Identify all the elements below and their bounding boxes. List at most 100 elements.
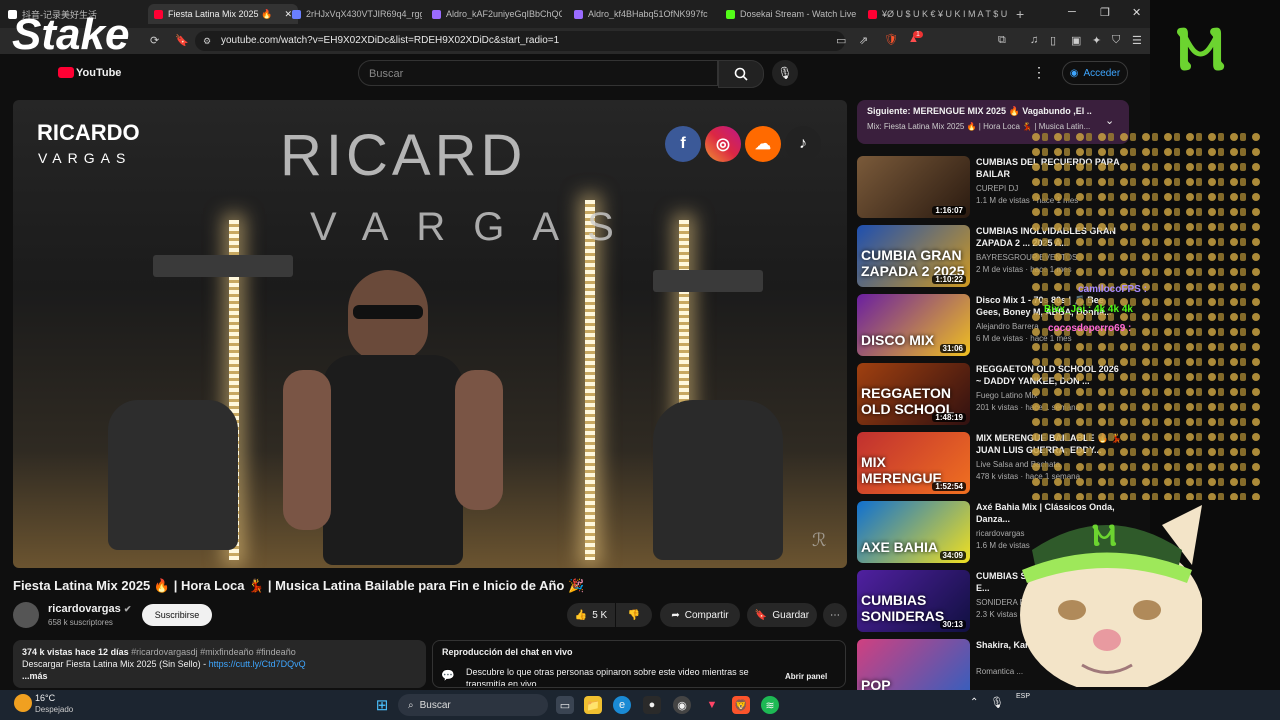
stake-logo: Stake: [12, 10, 130, 59]
moving-head-light: [653, 270, 763, 292]
video-thumbnail[interactable]: CUMBIA GRAN ZAPADA 2 2025 1:10:22: [857, 225, 970, 287]
vpn-icon[interactable]: ⛉: [1112, 34, 1120, 47]
recommendation-channel[interactable]: CUREPI DJ: [976, 184, 1018, 193]
dislike-button[interactable]: 👎: [616, 603, 652, 627]
weather-icon[interactable]: [14, 694, 32, 712]
sign-in-button[interactable]: ◉ Acceder: [1062, 61, 1128, 85]
video-duration: 30:13: [939, 620, 966, 629]
chat-replay-title: Reproducción del chat en vivo: [442, 647, 573, 657]
show-more-link[interactable]: ...más: [22, 671, 48, 681]
video-thumbnail[interactable]: CUMBIAS SONIDERAS 30:13: [857, 570, 970, 632]
channel-watermark-line2: VARGAS: [38, 150, 132, 166]
weather-temp[interactable]: 16°C: [35, 693, 55, 703]
subscribe-button[interactable]: Suscribirse: [142, 604, 212, 626]
extension-badge: 1: [913, 31, 923, 38]
video-thumbnail[interactable]: DISCO MIX 31:06: [857, 294, 970, 356]
thumbs-up-icon: 👍: [574, 609, 588, 621]
voice-search-button[interactable]: 🎙: [772, 60, 798, 86]
video-description[interactable]: 374 k vistas hace 12 días #ricardovargas…: [13, 640, 426, 688]
video-title: Fiesta Latina Mix 2025 🔥 | Hora Loca 💃 |…: [13, 578, 585, 593]
share-label: Compartir: [684, 609, 729, 621]
video-duration: 1:16:07: [932, 206, 966, 215]
video-thumbnail[interactable]: 1:16:07: [857, 156, 970, 218]
extensions-icon[interactable]: ✦: [1092, 34, 1101, 47]
channel-avatar[interactable]: [13, 602, 39, 628]
site-info-icon[interactable]: ⚙: [203, 31, 211, 51]
microphone-icon[interactable]: 🎙: [990, 696, 1004, 709]
tray-chevron-up-icon[interactable]: ⌃: [970, 697, 978, 708]
share-button[interactable]: ➦ Compartir: [660, 603, 740, 627]
facebook-icon: f: [665, 126, 701, 162]
share-page-icon[interactable]: ⇗: [859, 34, 868, 47]
stream-chat-message: Bixx_Joi : 4k 4k 4k: [1044, 304, 1133, 315]
app-icon[interactable]: ▼: [703, 696, 721, 714]
stream-chat-message: camilocoFPS :: [1078, 284, 1147, 295]
settings-more-icon[interactable]: ⋮: [1032, 64, 1046, 81]
brave-icon[interactable]: 🦁: [732, 696, 750, 714]
maximize-button[interactable]: ❐: [1100, 6, 1110, 19]
bookmark-icon[interactable]: 🔖: [175, 34, 189, 47]
obs-icon[interactable]: ◉: [673, 696, 691, 714]
browser-tab[interactable]: Aldro_kAF2uniyeGqIBbChQCII: [432, 4, 562, 24]
video-thumbnail[interactable]: MIX MERENGUE 1:52:54: [857, 432, 970, 494]
edge-icon[interactable]: e: [613, 696, 631, 714]
weather-desc: Despejado: [35, 705, 74, 714]
close-window-button[interactable]: ✕: [1132, 6, 1141, 19]
account-icon: ◉: [1069, 67, 1079, 79]
tiktok-icon: ♪: [785, 126, 821, 162]
task-view-icon[interactable]: ▭: [556, 696, 574, 714]
minimize-button[interactable]: ─: [1068, 6, 1076, 18]
reload-icon[interactable]: ⟳: [150, 34, 159, 47]
media-icon[interactable]: ♫: [1030, 34, 1038, 46]
subscriber-count: 658 k suscriptores: [48, 618, 113, 627]
video-duration: 34:09: [939, 551, 966, 560]
spotify-icon[interactable]: ≋: [761, 696, 779, 714]
menu-icon[interactable]: ☰: [1132, 34, 1142, 47]
video-thumbnail[interactable]: REGGAETON OLD SCHOOL 1:48:19: [857, 363, 970, 425]
app-icon[interactable]: ●: [643, 696, 661, 714]
browser-tab[interactable]: Aldro_kf4BHabq51OfNK997fc: [574, 4, 714, 24]
video-duration: 31:06: [939, 344, 966, 353]
svg-text:Ⲙ: Ⲙ: [1092, 519, 1117, 552]
save-button[interactable]: 🔖 Guardar: [747, 603, 817, 627]
search-button[interactable]: [718, 60, 764, 88]
windows-start-icon[interactable]: ⊞: [373, 696, 391, 714]
recommendation-channel[interactable]: Fuego Latino Mix: [976, 391, 1037, 400]
sidebar-icon[interactable]: ▯: [1050, 34, 1056, 47]
browser-tab[interactable]: ¥Ø U $ U K € ¥ U K I M A T $ U | Boiler: [868, 4, 1008, 24]
keyboard-language[interactable]: ESP: [1016, 693, 1030, 700]
description-link[interactable]: https://cutt.ly/Ctd7DQvQ: [209, 659, 306, 669]
video-thumbnail[interactable]: AXE BAHIA 34:09: [857, 501, 970, 563]
browser-tab[interactable]: 2rHJxVqX430VTJIR69q4_rgg95: [292, 4, 422, 24]
up-next-title: Siguiente: MERENGUE MIX 2025 🔥 Vagabundo…: [867, 106, 1092, 116]
url-bar[interactable]: ⚙ youtube.com/watch?v=EH9X02XDiDc&list=R…: [195, 31, 845, 51]
close-tab-icon[interactable]: ✕: [284, 9, 292, 20]
led-light-bar: [585, 200, 595, 560]
youtube-logo[interactable]: YouTube: [76, 67, 121, 79]
channel-name[interactable]: ricardovargas ✔: [48, 603, 131, 615]
search-input[interactable]: Buscar: [358, 60, 718, 86]
tab-favicon-icon: [292, 9, 301, 19]
taskbar-search[interactable]: ⌕ Buscar: [398, 694, 548, 716]
file-explorer-icon[interactable]: 📁: [584, 696, 602, 714]
search-icon: [734, 67, 748, 81]
brave-shield-icon[interactable]: 🛡: [884, 33, 898, 46]
microphone-icon: 🎙: [777, 66, 793, 80]
screenshot-icon[interactable]: ⧉: [998, 34, 1006, 47]
share-icon: ➦: [671, 609, 680, 621]
tab-label: Aldro_kf4BHabq51OfNK997fc: [588, 9, 708, 19]
like-button[interactable]: 👍 5 K: [567, 603, 615, 627]
chat-icon: 💬: [441, 670, 455, 682]
wallet-icon[interactable]: ▣: [1071, 34, 1081, 47]
browser-tab[interactable]: Fiesta Latina Mix 2025 🔥 ✕: [148, 4, 298, 24]
cat-mascot-image: Ⲙ: [1020, 505, 1202, 687]
moving-head-light: [653, 400, 783, 560]
browser-tab[interactable]: Dosekai Stream - Watch Live o: [726, 4, 856, 24]
cast-icon[interactable]: ▭: [836, 34, 846, 47]
youtube-logo-icon[interactable]: [58, 67, 74, 78]
hashtags[interactable]: #ricardovargasdj #mixfindeaño #findeaño: [131, 647, 296, 657]
chevron-down-icon[interactable]: ⌄: [1105, 114, 1114, 127]
new-tab-button[interactable]: +: [1016, 4, 1024, 24]
open-chat-panel-button[interactable]: Abrir panel: [785, 672, 827, 681]
more-actions-button[interactable]: ⋯: [823, 603, 847, 627]
